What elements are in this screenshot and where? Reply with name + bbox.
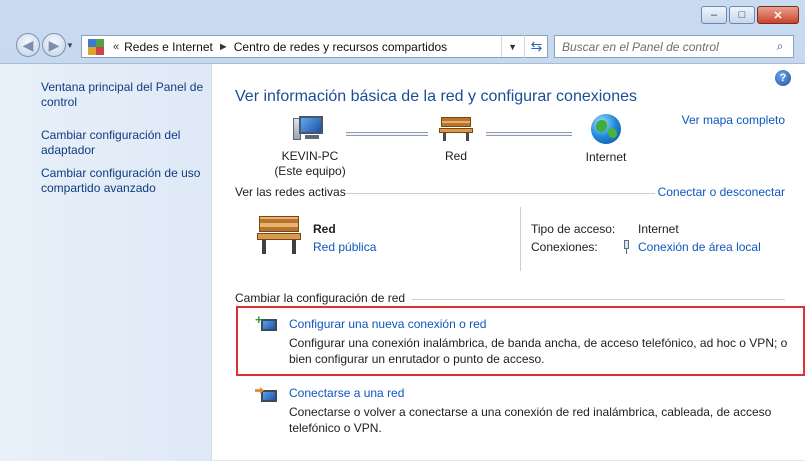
control-panel-icon (88, 38, 104, 55)
refresh-button[interactable]: ⇆ (524, 35, 548, 58)
help-icon[interactable]: ? (775, 70, 791, 86)
active-networks-heading: Ver las redes activas (235, 185, 346, 199)
close-button[interactable]: ✕ (757, 6, 799, 24)
connect-network-icon (255, 386, 279, 406)
map-link-line (486, 132, 572, 136)
minimize-button[interactable]: – (701, 6, 727, 24)
network-name: Red (444, 149, 467, 163)
access-type-value: Internet (638, 222, 679, 236)
connect-to-network-link[interactable]: Conectarse a una red (289, 386, 404, 400)
internet-label: Internet (585, 150, 627, 164)
navigation-bar: ◀ ▶ ▼ « Redes e Internet ► Centro de red… (0, 30, 805, 62)
computer-icon (293, 114, 327, 144)
connections-label: Conexiones: (531, 240, 598, 254)
network-type-link[interactable]: Red pública (313, 240, 376, 254)
search-icon[interactable]: ⌕ (771, 39, 789, 54)
setup-new-connection-description: Configurar una conexión inalámbrica, de … (289, 336, 788, 366)
refresh-icon: ⇆ (530, 38, 543, 54)
access-type-label: Tipo de acceso: (531, 222, 616, 236)
sidebar-item-adapter-settings[interactable]: Cambiar configuración del adaptador (41, 128, 209, 158)
computer-subtitle: (Este equipo) (274, 164, 346, 178)
internet-globe-icon (591, 114, 621, 144)
map-node-computer[interactable]: KEVIN-PC (Este equipo) (270, 114, 350, 179)
change-settings-heading: Cambiar la configuración de red (235, 291, 406, 305)
sidebar-item-advanced-sharing[interactable]: Cambiar configuración de uso compartido … (41, 166, 209, 196)
map-node-internet[interactable]: Internet (571, 114, 641, 165)
ethernet-plug-icon (622, 240, 632, 254)
section-divider (345, 193, 655, 194)
active-network-name: Red (313, 222, 336, 236)
address-dropdown-icon[interactable]: ▼ (501, 36, 523, 57)
sidebar-item-control-panel-home[interactable]: Ventana principal del Panel de control (41, 80, 209, 110)
breadcrumb-redes-internet[interactable]: Redes e Internet (124, 40, 213, 54)
maximize-button[interactable]: □ (729, 6, 755, 24)
recent-pages-dropdown[interactable]: ▼ (66, 41, 74, 50)
content-area: Ventana principal del Panel de control C… (0, 63, 805, 461)
new-connection-icon: + (255, 313, 279, 335)
full-map-link[interactable]: Ver mapa completo (682, 113, 785, 127)
local-area-connection-link[interactable]: Conexión de área local (638, 240, 761, 254)
computer-name: KEVIN-PC (281, 149, 339, 163)
page-title: Ver información básica de la red y confi… (235, 88, 637, 105)
forward-button[interactable]: ▶ (42, 33, 66, 57)
control-panel-window: – □ ✕ ◀ ▶ ▼ « Redes e Internet ► Centro … (0, 0, 805, 461)
map-link-line (346, 132, 428, 136)
breadcrumb-separator[interactable]: ► (218, 41, 229, 53)
address-overflow-chevron[interactable]: « (113, 41, 119, 53)
breadcrumb-centro-redes[interactable]: Centro de redes y recursos compartidos (234, 40, 447, 54)
address-bar[interactable]: « Redes e Internet ► Centro de redes y r… (81, 35, 548, 58)
search-placeholder: Buscar en el Panel de control (562, 39, 719, 54)
map-node-network[interactable]: Red (421, 114, 491, 164)
search-input[interactable]: Buscar en el Panel de control ⌕ (554, 35, 794, 58)
connect-to-network-description: Conectarse o volver a conectarse a una c… (289, 405, 772, 435)
forward-arrow-icon: ▶ (48, 36, 60, 53)
setup-new-connection-link[interactable]: Configurar una nueva conexión o red (289, 317, 486, 331)
connect-disconnect-link[interactable]: Conectar o desconectar (658, 185, 785, 199)
back-button[interactable]: ◀ (16, 33, 40, 57)
caption-buttons: – □ ✕ (701, 6, 799, 24)
vertical-divider (520, 207, 521, 271)
network-bench-icon (257, 216, 301, 256)
section-divider (412, 299, 785, 300)
back-arrow-icon: ◀ (22, 36, 34, 53)
sidebar: Ventana principal del Panel de control C… (0, 64, 212, 461)
network-bench-icon (439, 117, 473, 141)
